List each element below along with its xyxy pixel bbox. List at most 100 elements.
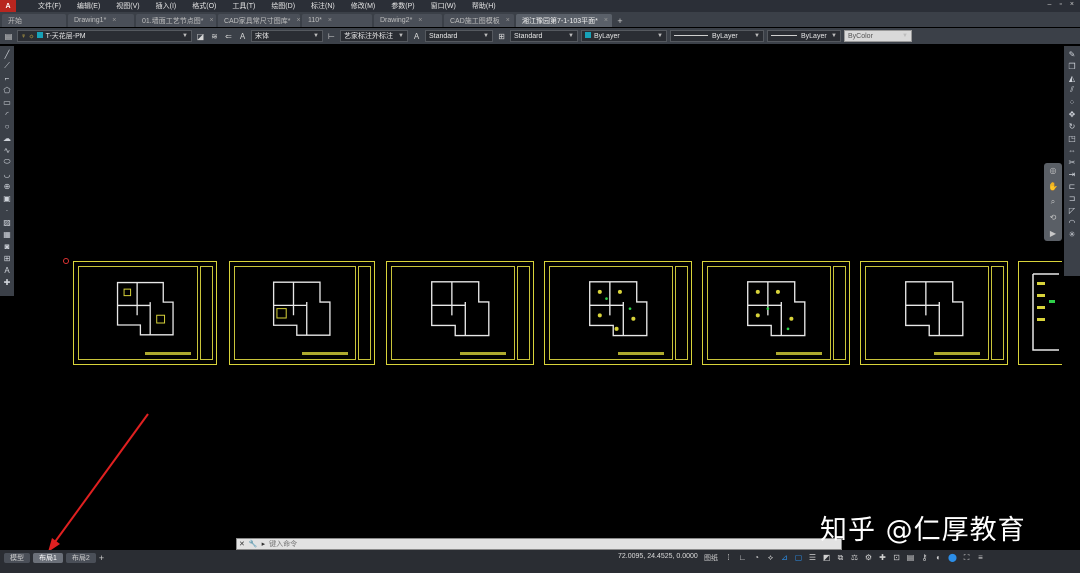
isodraft-icon[interactable]: ⟡ — [765, 552, 776, 563]
insert-block-icon[interactable]: ⊕ — [2, 181, 12, 191]
zoom-icon[interactable]: ⌕ — [1051, 197, 1055, 207]
polar-icon[interactable]: ◔ — [751, 552, 762, 563]
chamfer-icon[interactable]: ◸ — [1067, 205, 1077, 215]
menu-draw[interactable]: 绘图(D) — [263, 1, 303, 11]
hatch-icon[interactable]: ▨ — [2, 217, 12, 227]
tab-drawing1[interactable]: Drawing1* × — [68, 14, 134, 27]
autocad-logo-icon[interactable]: A — [0, 0, 16, 12]
point-icon[interactable]: · — [2, 205, 12, 215]
selection-cycling-icon[interactable]: ⧉ — [835, 552, 846, 563]
linetype-dropdown[interactable]: ByLayer ▼ — [670, 30, 764, 42]
text-style-icon[interactable]: A — [237, 31, 248, 42]
workspace-gear-icon[interactable]: ⚙ — [863, 552, 874, 563]
circle-icon[interactable]: ○ — [2, 121, 12, 131]
lineweight-dropdown[interactable]: ByLayer ▼ — [767, 30, 841, 42]
isolate-objects-icon[interactable]: ◐ — [933, 552, 944, 563]
close-icon[interactable]: × — [297, 17, 301, 24]
pan-icon[interactable]: ✋ — [1048, 182, 1058, 191]
tab-wall-nodes[interactable]: 01.墙面工艺节点图* × — [136, 14, 216, 27]
layer-dropdown[interactable]: ♀ ☼ T-天花层-PM ▼ — [17, 30, 192, 42]
menu-parametric[interactable]: 参数(P) — [383, 1, 422, 11]
recent-commands-icon[interactable]: ▸ — [262, 540, 266, 548]
ellipse-arc-icon[interactable]: ◡ — [2, 169, 12, 179]
menu-edit[interactable]: 编辑(E) — [69, 1, 108, 11]
plotstyle-dropdown[interactable]: ByColor ▼ — [844, 30, 912, 42]
hardware-acceleration-icon[interactable]: ⬤ — [947, 552, 958, 563]
gradient-icon[interactable]: ▦ — [2, 229, 12, 239]
layer-match-icon[interactable]: ≋ — [209, 31, 220, 42]
tab-model[interactable]: 模型 — [4, 553, 30, 563]
textstyle-dropdown[interactable]: Standard ▼ — [425, 30, 493, 42]
table-icon[interactable]: ⊞ — [2, 253, 12, 263]
tablestyle-dropdown[interactable]: Standard ▼ — [510, 30, 578, 42]
showmotion-icon[interactable]: ▶ — [1050, 229, 1056, 238]
menu-help[interactable]: 帮助(H) — [464, 1, 504, 11]
object-snap-icon[interactable]: ▢ — [793, 552, 804, 563]
copy-icon[interactable]: ❐ — [1067, 61, 1077, 71]
font-dropdown[interactable]: 宋体 ▼ — [251, 30, 323, 42]
menu-insert[interactable]: 插入(I) — [148, 1, 185, 11]
close-icon[interactable]: × — [1070, 1, 1074, 8]
coordinate-readout[interactable]: 72.0095, 24.4525, 0.0000 — [618, 553, 698, 560]
layer-previous-icon[interactable]: ⇐ — [223, 31, 234, 42]
stretch-icon[interactable]: ⇔ — [1067, 145, 1077, 155]
close-icon[interactable]: ✕ — [239, 540, 245, 548]
tab-furniture-library[interactable]: CAD家具常尺寸图库* × — [218, 14, 301, 27]
table-style-icon[interactable]: ⊞ — [496, 31, 507, 42]
lineweight-icon[interactable]: ☰ — [807, 552, 818, 563]
trim-icon[interactable]: ✂ — [1067, 157, 1077, 167]
line-icon[interactable]: ╱ — [2, 49, 12, 59]
quick-properties-icon[interactable]: ▤ — [905, 552, 916, 563]
lock-ui-icon[interactable]: ⚷ — [919, 552, 930, 563]
menu-file[interactable]: 文件(F) — [30, 1, 69, 11]
tab-start[interactable]: 开始 — [2, 14, 66, 27]
region-icon[interactable]: ◙ — [2, 241, 12, 251]
close-icon[interactable]: × — [604, 17, 608, 24]
add-layout-button[interactable]: + — [99, 553, 104, 563]
mtext-icon[interactable]: A — [2, 265, 12, 275]
textstyle-icon[interactable]: A — [411, 31, 422, 42]
menu-format[interactable]: 格式(O) — [184, 1, 224, 11]
menu-window[interactable]: 窗口(W) — [423, 1, 464, 11]
polygon-icon[interactable]: ⬠ — [2, 85, 12, 95]
arc-icon[interactable]: ◜ — [2, 109, 12, 119]
restore-icon[interactable]: ▫ — [1059, 1, 1061, 8]
ortho-icon[interactable]: ∟ — [737, 552, 748, 563]
tab-xiangjiang-plan[interactable]: 湘江豫园第7-1-103平面* × — [516, 14, 612, 27]
new-tab-button[interactable]: + — [614, 14, 626, 27]
customization-icon[interactable]: ≡ — [975, 552, 986, 563]
explode-icon[interactable]: ✳ — [1067, 229, 1077, 239]
tab-layout2[interactable]: 布局2 — [65, 553, 96, 563]
tab-drawing2[interactable]: Drawing2* × — [374, 14, 442, 27]
array-icon[interactable]: ⁘ — [1067, 97, 1077, 107]
object-snap-tracking-icon[interactable]: ⊿ — [779, 552, 790, 563]
add-selected-icon[interactable]: ✚ — [2, 277, 12, 287]
extend-icon[interactable]: ⇥ — [1067, 169, 1077, 179]
menu-modify[interactable]: 修改(M) — [343, 1, 384, 11]
command-input[interactable] — [269, 539, 841, 549]
minimize-icon[interactable]: – — [1048, 1, 1052, 8]
ellipse-icon[interactable]: ⬭ — [2, 157, 12, 167]
steering-wheel-icon[interactable]: ◎ — [1050, 166, 1057, 175]
rectangle-icon[interactable]: ▭ — [2, 97, 12, 107]
fillet-icon[interactable]: ◠ — [1067, 217, 1077, 227]
layer-properties-icon[interactable]: ▤ — [3, 31, 14, 42]
spline-icon[interactable]: ∿ — [2, 145, 12, 155]
color-dropdown[interactable]: ByLayer ▼ — [581, 30, 667, 42]
menu-tools[interactable]: 工具(T) — [224, 1, 263, 11]
units-icon[interactable]: ⊡ — [891, 552, 902, 563]
menu-view[interactable]: 视图(V) — [108, 1, 147, 11]
make-current-icon[interactable]: ◪ — [195, 31, 206, 42]
paper-space-button[interactable]: 图纸 — [702, 552, 720, 563]
customize-icon[interactable]: 🔧 — [249, 540, 258, 548]
mirror-icon[interactable]: ◭ — [1067, 73, 1077, 83]
close-icon[interactable]: × — [112, 17, 116, 24]
move-icon[interactable]: ✥ — [1067, 109, 1077, 119]
offset-icon[interactable]: ⫽ — [1067, 85, 1077, 95]
tab-110[interactable]: 110* × — [302, 14, 372, 27]
polyline-icon[interactable]: ⌐ — [2, 73, 12, 83]
scale-icon[interactable]: ◳ — [1067, 133, 1077, 143]
annotation-scale-icon[interactable]: ⚖ — [849, 552, 860, 563]
dimstyle-dropdown[interactable]: 艺家标注外标注 ▼ — [340, 30, 408, 42]
close-icon[interactable]: × — [506, 17, 510, 24]
